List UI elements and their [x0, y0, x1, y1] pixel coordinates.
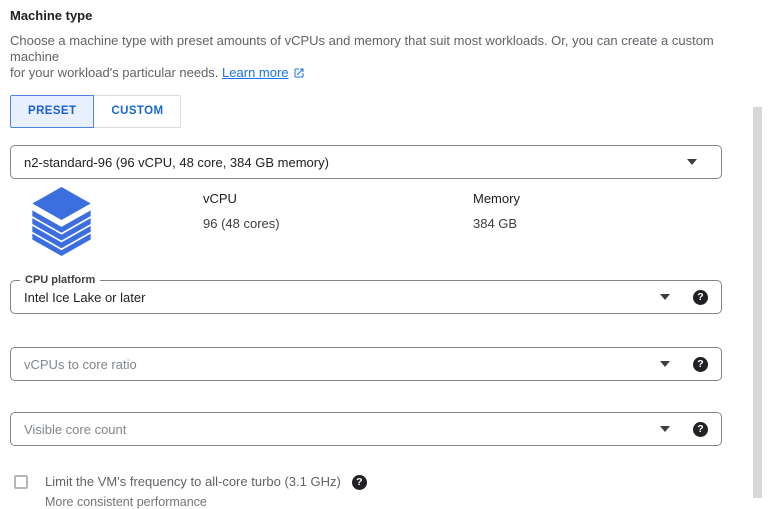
turbo-limit-text: Limit the VM's frequency to all-core tur… — [45, 474, 367, 509]
description-line-1: Choose a machine type with preset amount… — [10, 33, 714, 64]
learn-more-link[interactable]: Learn more — [222, 65, 304, 80]
turbo-limit-checkbox[interactable] — [14, 475, 28, 489]
machine-type-mode-toggle: PRESET CUSTOM — [10, 95, 781, 128]
turbo-limit-sublabel: More consistent performance — [45, 495, 367, 509]
preset-tab[interactable]: PRESET — [10, 95, 94, 128]
vcpu-value: 96 (48 cores) — [203, 216, 473, 231]
select-controls: ? — [660, 357, 721, 372]
help-icon[interactable]: ? — [693, 422, 708, 437]
section-description: Choose a machine type with preset amount… — [10, 33, 720, 81]
machine-type-select[interactable]: n2-standard-96 (96 vCPU, 48 core, 384 GB… — [10, 145, 722, 179]
visible-core-placeholder: Visible core count — [24, 422, 126, 437]
open-in-new-icon — [293, 67, 305, 79]
help-icon[interactable]: ? — [693, 357, 708, 372]
select-controls: ? — [660, 290, 721, 305]
machine-summary: vCPU 96 (48 cores) Memory 384 GB — [10, 187, 781, 257]
cpu-platform-select[interactable]: CPU platform Intel Ice Lake or later ? — [10, 280, 722, 314]
chevron-down-icon — [687, 159, 697, 165]
memory-label: Memory — [473, 191, 673, 206]
layers-stack-icon — [30, 187, 93, 257]
help-icon[interactable]: ? — [693, 290, 708, 305]
memory-value: 384 GB — [473, 216, 673, 231]
turbo-limit-label: Limit the VM's frequency to all-core tur… — [45, 474, 341, 490]
chevron-down-icon — [660, 294, 670, 300]
learn-more-label: Learn more — [222, 65, 288, 80]
chevron-down-icon — [660, 426, 670, 432]
cpu-platform-label: CPU platform — [20, 273, 100, 288]
machine-type-value: n2-standard-96 (96 vCPU, 48 core, 384 GB… — [24, 155, 329, 170]
description-line-2: for your workload's particular needs. — [10, 65, 218, 80]
select-controls — [687, 159, 721, 165]
machine-type-section: Machine type Choose a machine type with … — [0, 0, 781, 509]
chevron-down-icon — [660, 361, 670, 367]
vertical-scrollbar[interactable] — [753, 107, 762, 498]
vcpu-ratio-placeholder: vCPUs to core ratio — [24, 357, 137, 372]
vcpu-summary: vCPU 96 (48 cores) — [203, 187, 473, 231]
vcpu-ratio-select[interactable]: vCPUs to core ratio ? — [10, 347, 722, 381]
memory-summary: Memory 384 GB — [473, 187, 673, 231]
custom-tab[interactable]: CUSTOM — [93, 95, 181, 128]
turbo-limit-row: Limit the VM's frequency to all-core tur… — [14, 474, 781, 509]
cpu-platform-value: Intel Ice Lake or later — [24, 290, 145, 305]
section-title: Machine type — [10, 8, 781, 24]
vcpu-label: vCPU — [203, 191, 473, 206]
visible-core-count-select[interactable]: Visible core count ? — [10, 412, 722, 446]
help-icon[interactable]: ? — [352, 475, 367, 490]
select-controls: ? — [660, 422, 721, 437]
